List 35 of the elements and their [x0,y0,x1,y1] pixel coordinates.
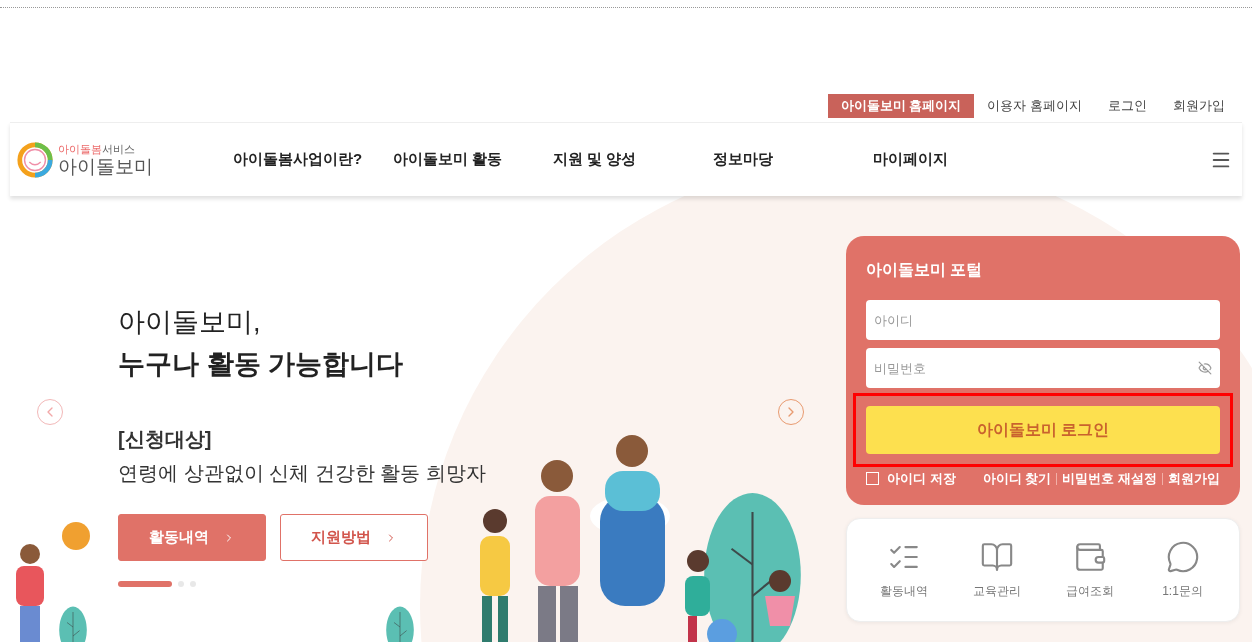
login-button[interactable]: 아이돌보미 로그인 [866,406,1220,454]
logo-wordmark: 아이돌보미 [58,156,153,176]
eye-off-icon[interactable] [1198,361,1212,375]
hero-button[interactable]: 활동내역 [118,514,266,561]
smiley-logo-icon [16,140,54,179]
hero-headline-bold: 누구나 활동 가능합니다 [118,348,404,381]
account-link[interactable]: 회원가입 [1168,469,1220,489]
hero-headline: 아이돌보미, [118,306,262,339]
quick-menu-item[interactable]: 1:1문의 [1142,539,1223,600]
remember-id-checkbox[interactable] [866,472,879,486]
nav-item[interactable]: 마이페이지 [873,148,1033,171]
quick-menu-item[interactable]: 교육관리 [956,539,1037,600]
account-link[interactable]: 비밀번호 재설정 [1062,469,1157,489]
nav-item[interactable]: 아이돌봄사업이란? [233,148,393,171]
nav-item[interactable]: 지원 및 양성 [553,148,713,171]
quick-menu-item[interactable]: 급여조회 [1049,539,1130,600]
slide-indicator[interactable] [118,581,172,587]
nav-item[interactable]: 정보마당 [713,148,873,171]
hero-description: 연령에 상관없이 신체 건강한 활동 희망자 [118,461,486,486]
utility-link[interactable]: 이용자 홈페이지 [974,94,1095,118]
hero-label: [신청대상] [118,427,213,452]
utility-link[interactable]: 회원가입 [1160,94,1238,118]
quick-menu-item[interactable]: 활동내역 [863,539,944,600]
logo-tagline-suffix: 서비스 [102,143,135,155]
password-input-field[interactable]: 비밀번호 [866,348,1220,388]
remember-id-label: 아이디 저장 [887,470,956,488]
id-input-field[interactable]: 아이디 [866,300,1220,340]
login-title: 아이돌보미 포털 [866,260,984,280]
nav-item[interactable]: 아이돌보미 활동 [393,148,553,171]
utility-link[interactable]: 아이돌보미 홈페이지 [827,94,975,118]
account-link[interactable]: 아이디 찾기 [982,469,1052,489]
hero-button[interactable]: 지원방법 [280,514,428,561]
utility-link[interactable]: 로그인 [1095,94,1160,118]
logo-tagline: 아이돌봄 [58,143,102,155]
speech-bubble-icon [1165,539,1200,574]
